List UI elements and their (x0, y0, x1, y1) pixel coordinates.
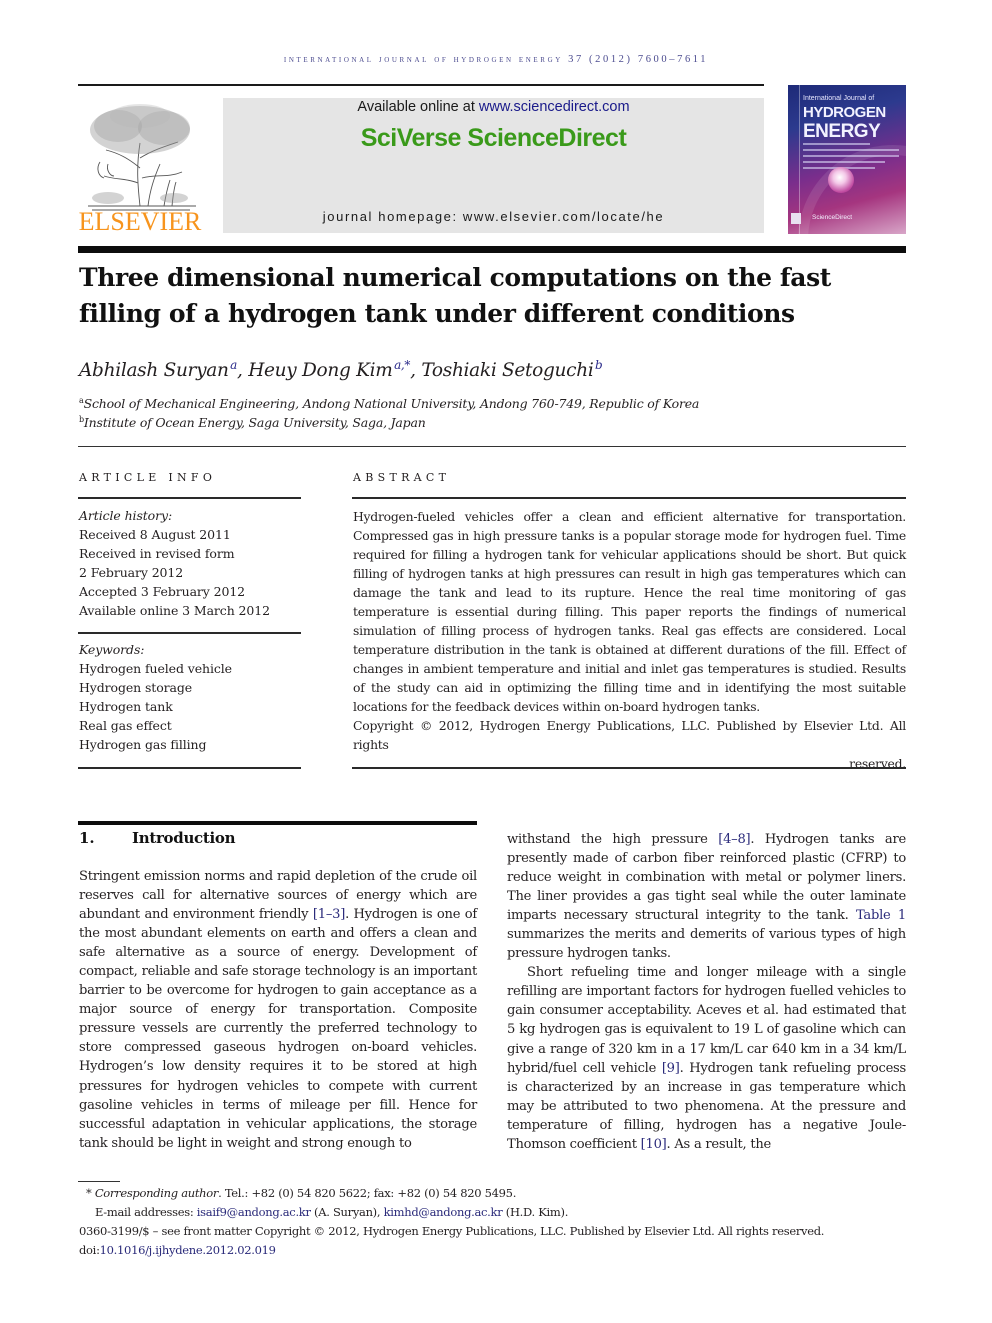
available-prefix: Available online at (357, 99, 479, 115)
cover-orb (828, 167, 854, 193)
text-run: . Hydrogen is one of the most abundant e… (79, 907, 477, 1151)
affiliation-text: Institute of Ocean Energy, Saga Universi… (83, 415, 426, 430)
keywords-rule (78, 632, 301, 634)
issn-line: 0360-3199/$ – see front matter Copyright… (79, 1224, 825, 1238)
section-number: 1. (79, 829, 95, 847)
copyright-line: Copyright © 2012, Hydrogen Energy Public… (353, 718, 906, 752)
title-rule (78, 246, 906, 253)
corr-contact: . Tel.: +82 (0) 54 820 5622; fax: +82 (0… (218, 1186, 517, 1200)
text-run: summarizes the merits and demerits of va… (507, 927, 906, 962)
section-title: Introduction (132, 829, 236, 847)
article-title: Three dimensional numerical computations… (79, 263, 831, 328)
email-owner: (H.D. Kim). (502, 1205, 569, 1219)
elsevier-wordmark: ELSEVIER (78, 207, 202, 236)
email-link[interactable]: kimhd@andong.ac.kr (384, 1205, 503, 1219)
footnote-mark: * (86, 1186, 92, 1200)
doi-link[interactable]: 10.1016/j.ijhydene.2012.02.019 (100, 1243, 276, 1257)
corr-label: Corresponding author (94, 1186, 219, 1200)
abstract-text: Hydrogen-fueled vehicles offer a clean a… (353, 509, 906, 714)
cover-editors (803, 143, 899, 173)
author-affil-link[interactable]: a,* (394, 358, 410, 372)
table-link[interactable]: Table 1 (856, 908, 906, 923)
article-info-rule (78, 497, 301, 499)
journal-homepage: journal homepage: www.elsevier.com/locat… (223, 209, 764, 224)
article-info-heading: ARTICLE INFO (79, 471, 217, 484)
abstract-rule (352, 497, 906, 499)
author-affil-link[interactable]: b (595, 358, 603, 372)
affiliation: bInstitute of Ocean Energy, Saga Univers… (79, 415, 426, 430)
homepage-label: journal homepage: (322, 209, 463, 224)
paragraph: withstand the high pressure [4–8]. Hydro… (507, 830, 906, 963)
email-label: E-mail addresses: (95, 1205, 197, 1219)
authors-rule (78, 446, 906, 447)
corresponding-author-note: * Corresponding author. Tel.: +82 (0) 54… (86, 1186, 516, 1200)
homepage-link[interactable]: www.elsevier.com/locate/he (463, 209, 664, 224)
available-online: Available online at www.sciencedirect.co… (223, 99, 764, 115)
paragraph: Short refueling time and longer mileage … (507, 963, 906, 1153)
text-run: Short refueling time and longer mileage … (507, 965, 906, 1076)
running-head: international journal of hydrogen energy… (283, 54, 709, 65)
abstract-end-rule (352, 767, 906, 769)
author-name: Heuy Dong Kim (248, 360, 393, 381)
cover-spine (799, 85, 800, 234)
affiliation-text: School of Mechanical Engineering, Andong… (83, 396, 700, 411)
ihe-logo-icon (791, 213, 801, 224)
copyright-line: reserved. (849, 756, 906, 771)
keyword: Hydrogen gas filling (79, 737, 207, 752)
citation-link[interactable]: [10] (641, 1137, 667, 1152)
email-link[interactable]: isaif9@andong.ac.kr (197, 1205, 311, 1219)
citation-link[interactable]: [4–8] (718, 832, 750, 847)
sciverse-brand: SciVerse ScienceDirect (360, 124, 627, 152)
intro-left-column: Stringent emission norms and rapid deple… (79, 867, 477, 1153)
history-item: Available online 3 March 2012 (79, 603, 270, 618)
doi-line: doi:10.1016/j.ijhydene.2012.02.019 (79, 1243, 276, 1257)
citation-link[interactable]: [9] (662, 1061, 680, 1076)
history-item: 2 February 2012 (79, 565, 184, 580)
keywords-label: Keywords: (79, 642, 145, 657)
article-history: Article history: Received 8 August 2011 … (79, 506, 270, 620)
article-info-end-rule (78, 767, 301, 769)
citation-link[interactable]: [1–3] (313, 907, 345, 922)
section-rule (78, 821, 477, 825)
keyword: Hydrogen fueled vehicle (79, 661, 232, 676)
cover-line1: International Journal of (803, 95, 875, 102)
author-name: Abhilash Suryan (79, 360, 229, 381)
email-note: E-mail addresses: isaif9@andong.ac.kr (A… (95, 1205, 568, 1219)
paragraph: Stringent emission norms and rapid deple… (79, 867, 477, 1153)
history-item: Received in revised form (79, 546, 235, 561)
intro-right-column: withstand the high pressure [4–8]. Hydro… (507, 830, 906, 1154)
sciencedirect-link[interactable]: www.sciencedirect.com (479, 99, 630, 115)
text-run: withstand the high pressure (507, 832, 719, 847)
footnote-rule (78, 1181, 120, 1182)
history-item: Received 8 August 2011 (79, 527, 231, 542)
history-item: Accepted 3 February 2012 (79, 584, 246, 599)
email-owner: (A. Suryan), (310, 1205, 384, 1219)
history-label: Article history: (79, 508, 173, 523)
author-name: Toshiaki Setoguchi (421, 360, 594, 381)
cover-footer: ScienceDirect (812, 214, 853, 221)
doi-label: doi: (79, 1243, 100, 1257)
affiliation: aSchool of Mechanical Engineering, Andon… (79, 396, 699, 411)
keyword: Real gas effect (79, 718, 172, 733)
text-run: . As a result, the (666, 1136, 772, 1152)
abstract-copyright: Copyright © 2012, Hydrogen Energy Public… (353, 716, 906, 773)
author-list: Abhilash Suryan a, Heuy Dong Kim a,*, To… (79, 358, 603, 381)
keyword: Hydrogen tank (79, 699, 173, 714)
header-rule (78, 84, 764, 86)
cover-line2: HYDROGEN (803, 104, 886, 121)
keyword: Hydrogen storage (79, 680, 193, 695)
abstract-heading: ABSTRACT (353, 471, 451, 484)
keywords: Keywords: Hydrogen fueled vehicle Hydrog… (79, 640, 232, 754)
cover-line3: ENERGY (803, 121, 881, 142)
journal-cover: International Journal of HYDROGEN ENERGY… (788, 85, 906, 234)
author-affil-link[interactable]: a (230, 358, 237, 372)
